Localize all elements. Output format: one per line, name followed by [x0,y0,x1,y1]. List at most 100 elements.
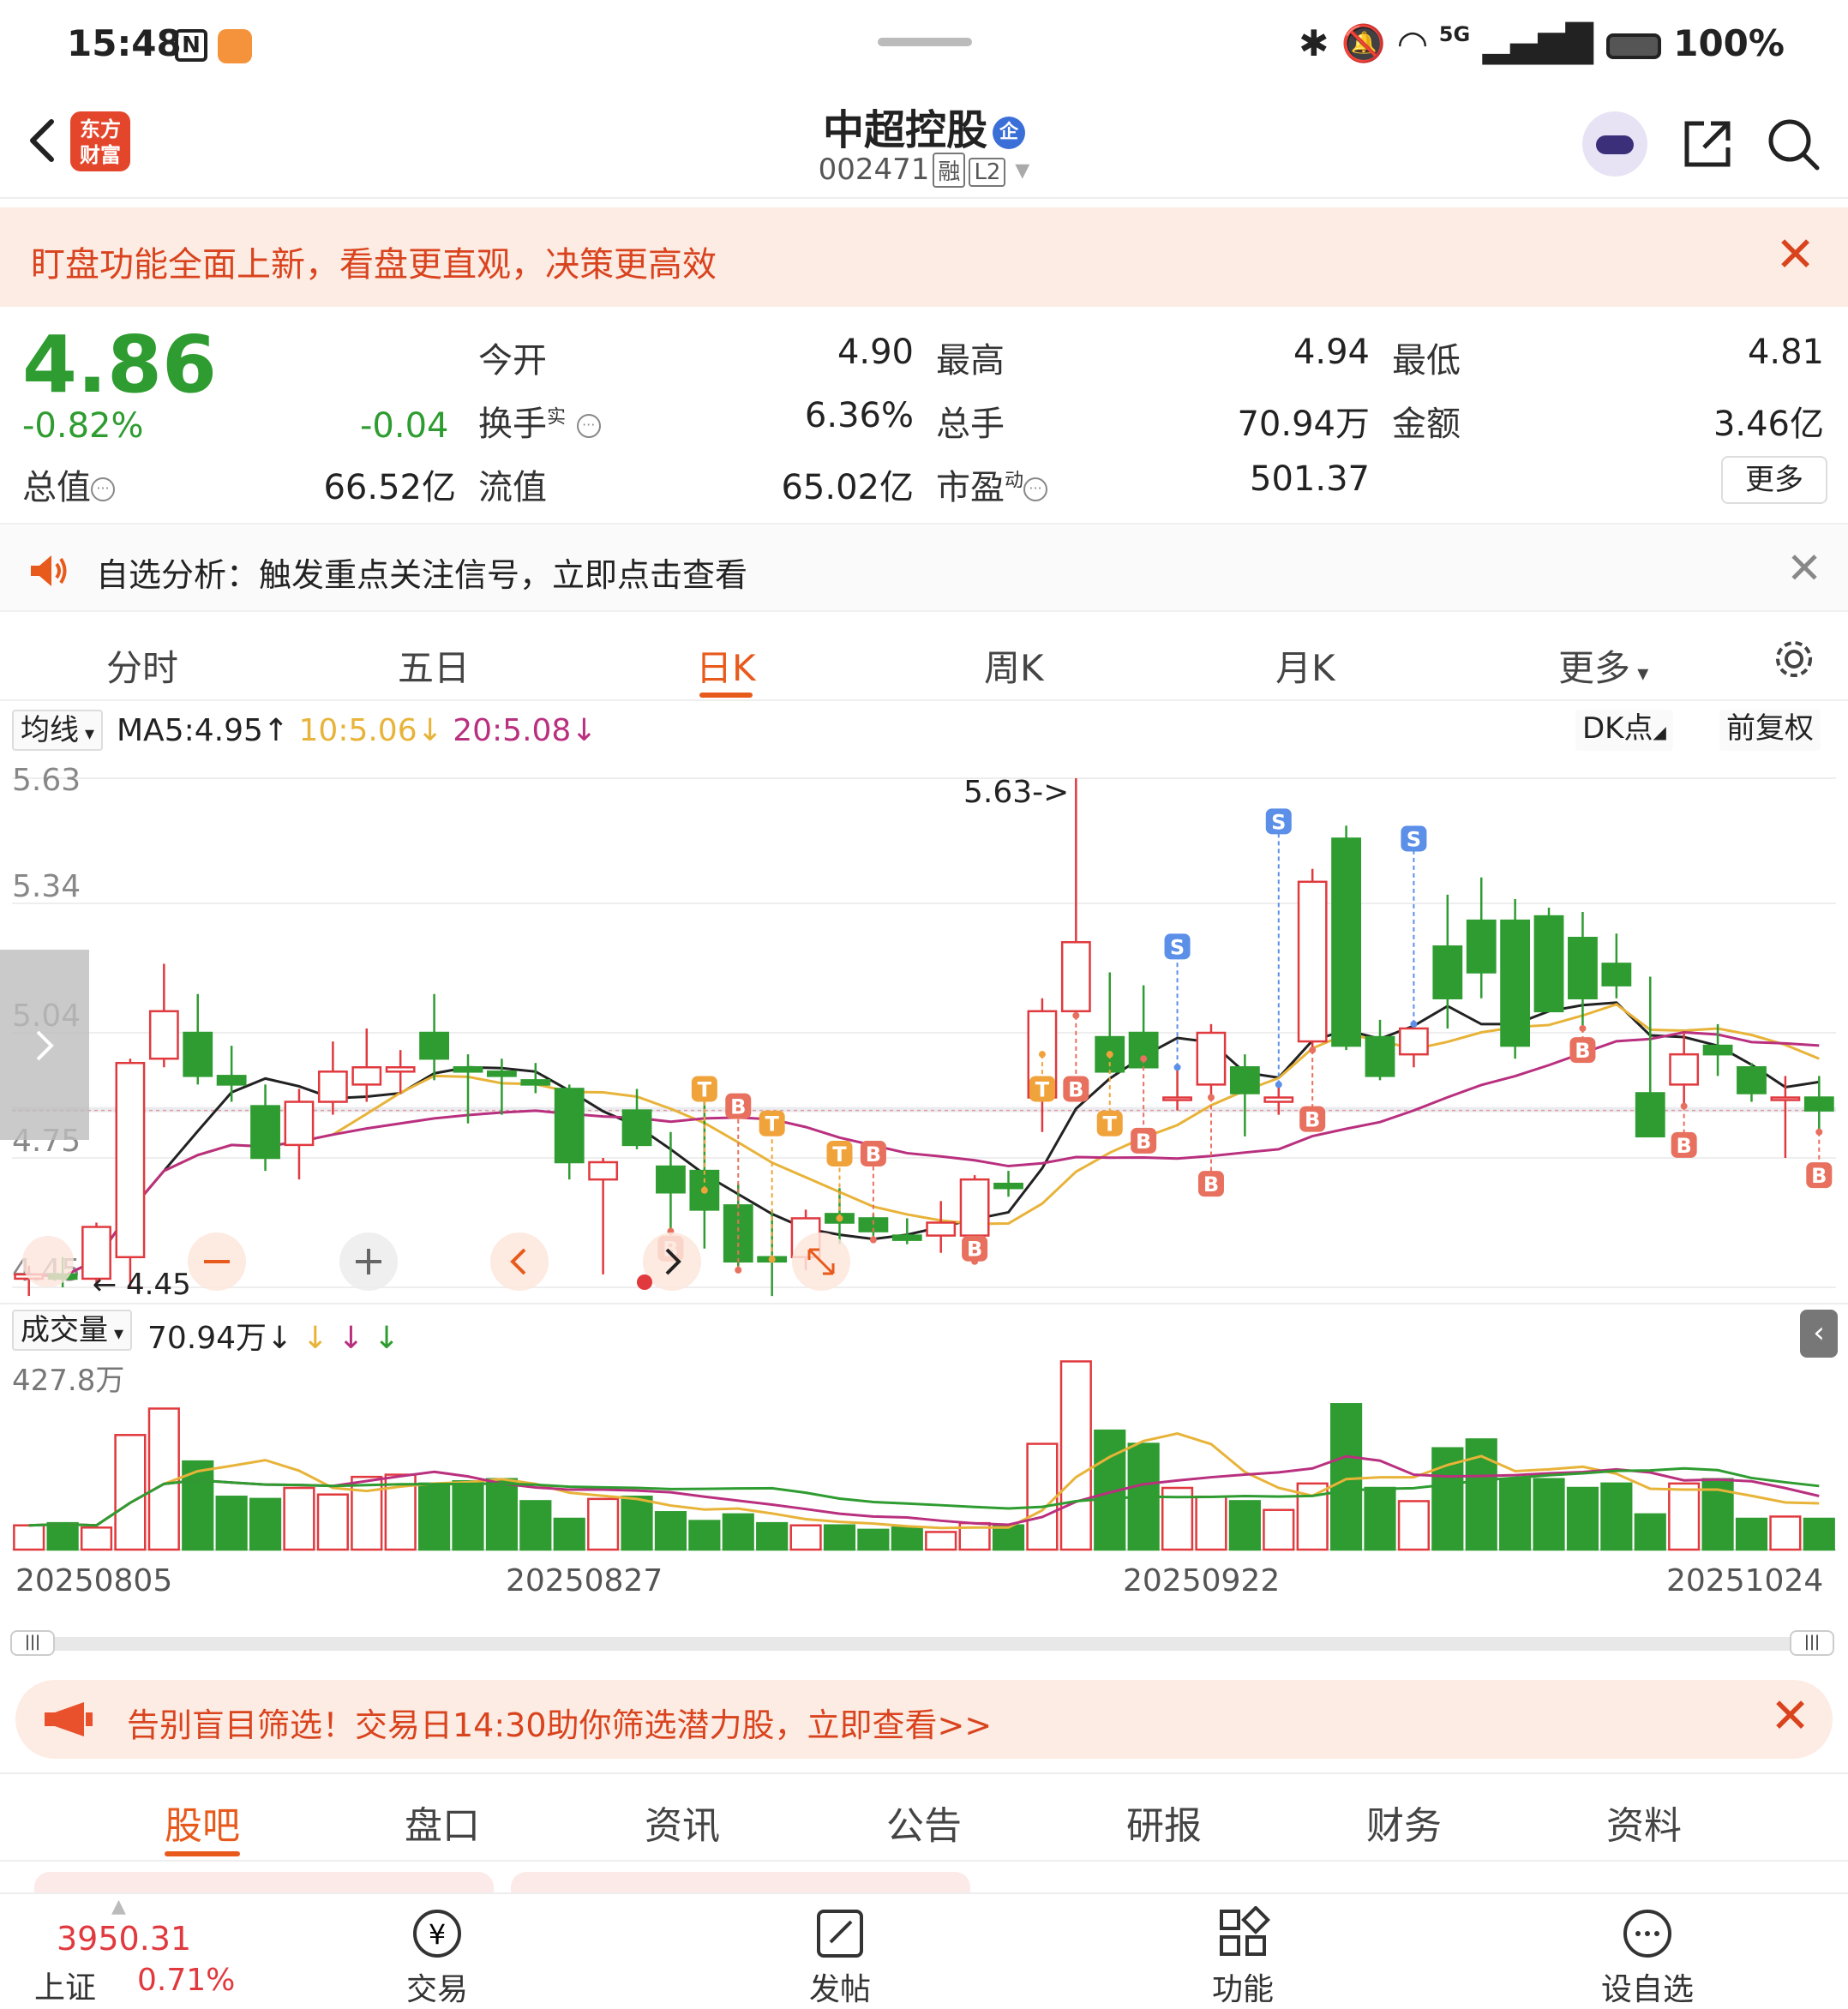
close-icon[interactable]: ✕ [1786,543,1822,593]
volume-chart[interactable]: 427.8万 [0,1354,1848,1556]
drag-handle[interactable] [878,38,972,46]
scroll-handle-left[interactable]: ||| [10,1630,55,1656]
close-icon[interactable]: ✕ [1770,1688,1810,1744]
megaphone-icon [45,1702,93,1736]
mktcap-label[interactable]: 总值 ··· [22,459,115,509]
svg-text:¥: ¥ [429,1918,446,1951]
tab-intraday[interactable]: 分时 [106,639,178,692]
volume-bar [587,1497,620,1551]
volume-bar [249,1497,282,1551]
mktcap-value: 66.52亿 [323,468,456,507]
collapse-panel-button[interactable]: ‹ [1800,1310,1838,1358]
ma-selector[interactable]: 均线 ▾ [12,710,104,751]
info-icon[interactable]: ··· [91,477,115,501]
index-ticker[interactable]: ▲ 3950.31 上证 0.71% [34,1896,257,2006]
signal-marker-B[interactable]: B [962,1235,988,1265]
signal-marker-S[interactable]: S [1401,825,1427,1028]
left-drawer-handle[interactable] [0,950,89,1140]
tab-daily-k[interactable]: 日K [696,639,756,698]
tab-announcements[interactable]: 公告 [886,1795,962,1850]
volume-bar [621,1496,653,1551]
scroll-handle-right[interactable]: ||| [1790,1630,1834,1656]
amount-value: 3.46亿 [1713,405,1824,444]
status-bar: 15:48 N ✱ 🔕 ◠ 5G ▂▄▆█ 100% [0,0,1848,86]
tab-guba[interactable]: 股吧 [165,1795,240,1856]
tab-five-day[interactable]: 五日 [398,639,470,692]
stock-name[interactable]: 中超控股企 [0,96,1848,156]
open-label: 今开 [478,341,547,381]
tab-finance[interactable]: 财务 [1366,1795,1442,1850]
promo-banner[interactable]: 告别盲目筛选！交易日14:30助你筛选潜力股，立即查看>> ✕ [15,1680,1833,1759]
tab-news[interactable]: 资讯 [645,1795,720,1850]
volume-chip-label: 成交量 [21,1313,108,1347]
jump-start-button[interactable] [22,1236,74,1287]
candle-body [1601,963,1632,987]
pan-left-button[interactable] [490,1232,549,1291]
ai-assistant-icon[interactable] [1582,111,1647,177]
candle-body [1399,1027,1429,1056]
signal-dot [1410,1020,1418,1028]
signal-marker-T[interactable]: T [759,1110,785,1263]
tab-more[interactable]: 更多 ▾ [1558,639,1648,692]
signal-marker-T[interactable]: T [826,1140,853,1222]
feature-banner[interactable]: 盯盘功能全面上新，看盘更直观，决策更高效 ✕ [0,207,1848,307]
tab-monthly-k[interactable]: 月K [1275,639,1335,692]
candle-body [891,1234,922,1241]
turnover-label-text: 换手 [478,405,547,444]
mktcap-label-text: 总值 [22,468,91,507]
candle [1432,894,1463,1028]
signal-dot [1579,1024,1587,1032]
nav-trade[interactable]: ¥ 交易 [377,1906,497,2009]
candle-body [1770,1096,1801,1101]
candle-body [554,1088,585,1164]
candle-body [1635,1092,1665,1138]
volume-bar [1397,1500,1430,1551]
nav-function[interactable]: 功能 [1183,1906,1303,2009]
analysis-notice[interactable]: 自选分析：触发重点关注信号，立即点击查看 ✕ [0,523,1848,612]
edit-icon [817,1910,863,1958]
adjust-selector[interactable]: 前复权 [1719,710,1821,751]
volume-bar [418,1482,451,1551]
chart-scrollbar[interactable]: ||| ||| [10,1630,1834,1656]
candle-body [1297,880,1328,1043]
info-icon[interactable]: ··· [576,414,601,438]
nav-add-favorite[interactable]: 设自选 [1587,1906,1707,2009]
arrow-down-icon: ↓ [302,1321,328,1356]
signal-marker-S[interactable]: S [1164,933,1191,1071]
candle [1365,1019,1395,1081]
signal-marker-B[interactable]: B [1569,1024,1596,1064]
signal-marker-B[interactable]: B [1063,1011,1089,1102]
close-icon[interactable]: ✕ [1775,230,1815,281]
more-button[interactable]: 更多 [1721,456,1827,504]
candle [1399,1023,1429,1068]
pe-label[interactable]: 市盈动 ··· [936,459,1048,509]
signal-marker-S[interactable]: S [1265,808,1292,1088]
candle [1635,976,1665,1138]
signal-marker-B[interactable]: B [1299,1046,1326,1132]
tab-profile[interactable]: 资料 [1606,1795,1682,1850]
info-icon[interactable]: ··· [1023,477,1048,501]
tab-weekly-k[interactable]: 周K [984,639,1044,692]
volume-bar [756,1521,789,1551]
volume-bar [519,1500,552,1551]
candle [1737,1063,1767,1102]
candle [1702,1023,1733,1076]
nav-post[interactable]: 发帖 [780,1906,900,2009]
candlestick-chart[interactable]: 5.635.345.044.754.45 TBTTBBTBTSBBSBSBBBB… [0,756,1848,1304]
tab-research[interactable]: 研报 [1126,1795,1202,1850]
candle-body [588,1160,619,1181]
candle [926,1201,957,1253]
tab-pankou[interactable]: 盘口 [405,1795,480,1850]
stock-code-row[interactable]: 002471 融 L2 ▾ [0,153,1848,188]
turnover-label[interactable]: 换手实 ··· [478,396,601,446]
change-percent: -0.82% [22,406,144,446]
share-icon[interactable] [1680,117,1735,171]
index-pct: 0.71% [137,1963,236,1998]
search-icon[interactable] [1766,117,1821,171]
volume-selector[interactable]: 成交量 ▾ [12,1310,133,1351]
signal-marker-B[interactable]: B [1131,1055,1157,1154]
dk-point-toggle[interactable]: DK点◢ [1575,710,1673,751]
gear-icon[interactable] [1771,636,1817,682]
candle-body [1365,1035,1395,1077]
candle-body [1702,1044,1733,1056]
